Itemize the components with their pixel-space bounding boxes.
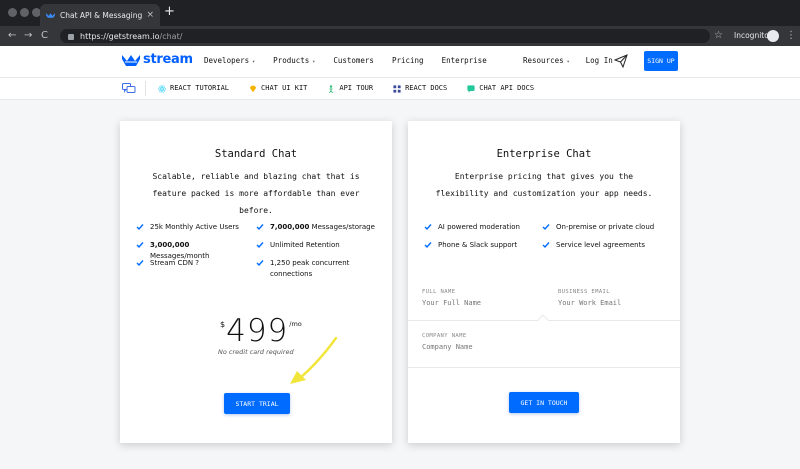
right-nav: Resources ▾ Log In <box>523 55 629 68</box>
tab-title: Chat API & Messaging UI Kit <box>60 10 143 20</box>
price-amount: 499 <box>226 313 289 349</box>
browser-menu-icon[interactable]: ⋮ <box>786 29 796 43</box>
reload-icon[interactable]: C <box>41 28 48 44</box>
feature-item: On-premise or private cloud <box>542 222 672 233</box>
standard-chat-card: Standard Chat Scalable, reliable and bla… <box>120 121 392 443</box>
check-icon <box>424 224 432 231</box>
business-email-input[interactable] <box>558 299 668 307</box>
back-icon[interactable]: ← <box>8 28 16 44</box>
signup-button[interactable]: SIGN UP <box>644 51 678 71</box>
get-in-touch-button[interactable]: GET IN TOUCH <box>509 392 579 413</box>
site-header: stream Developers ▾ Products ▾ Customers P… <box>0 46 800 78</box>
check-icon <box>542 242 550 249</box>
subnav-react-tutorial[interactable]: REACT TUTORIAL <box>158 83 229 94</box>
feature-item: 7,000,000 Messages/storage <box>256 222 384 233</box>
main-nav: Developers ▾ Products ▾ Customers Pricing … <box>204 55 505 68</box>
url-field[interactable]: https://getstream.io/chat/ <box>60 29 710 43</box>
sub-nav-links: REACT TUTORIAL CHAT UI KIT API TOUR REAC… <box>158 83 554 94</box>
subnav-chat-api-docs[interactable]: CHAT API DOCS <box>467 83 534 94</box>
chat-icon <box>467 84 475 93</box>
chevron-down-icon: ▾ <box>312 59 316 65</box>
feature-item: Stream CDN ? <box>136 258 246 269</box>
stream-logo[interactable]: stream <box>122 52 193 67</box>
check-icon <box>136 260 144 267</box>
subnav-react-docs[interactable]: REACT DOCS <box>393 83 447 94</box>
annotation-arrow-icon <box>290 336 338 384</box>
check-icon <box>256 242 264 249</box>
chevron-down-icon: ▾ <box>252 59 256 65</box>
tab-close-icon[interactable]: × <box>146 10 154 20</box>
standard-description: Scalable, reliable and blazing chat that… <box>152 172 360 215</box>
check-icon <box>542 224 550 231</box>
enterprise-title: Enterprise Chat <box>496 148 592 160</box>
feature-item: 25k Monthly Active Users <box>136 222 246 233</box>
divider <box>145 81 146 96</box>
check-icon <box>136 242 144 249</box>
feature-item: 1,250 peak concurrent connections <box>256 258 374 280</box>
business-email-label: BUSINESS EMAIL <box>558 289 610 295</box>
react-icon <box>158 84 166 93</box>
stream-logo-icon <box>122 54 140 66</box>
field-focus-notch <box>537 314 549 326</box>
feature-item: Phone & Slack support <box>424 240 544 251</box>
diamond-icon <box>249 85 257 92</box>
nav-resources[interactable]: Resources ▾ <box>523 55 570 68</box>
nav-pricing[interactable]: Pricing <box>392 55 424 68</box>
incognito-label: Incognito <box>734 31 769 40</box>
incognito-avatar-icon[interactable] <box>767 30 779 42</box>
feature-item: AI powered moderation <box>424 222 544 233</box>
check-icon <box>256 224 264 231</box>
subnav-api-tour[interactable]: API TOUR <box>327 83 373 94</box>
no-credit-card-note: No credit card required <box>218 348 294 356</box>
check-icon <box>256 260 264 267</box>
window-close-dot[interactable] <box>8 8 17 17</box>
price-period: /mo <box>289 320 302 328</box>
nav-enterprise[interactable]: Enterprise <box>442 55 487 68</box>
grid-icon <box>393 84 401 93</box>
browser-tab[interactable]: Chat API & Messaging UI Kit × <box>40 4 160 26</box>
company-name-label: COMPANY NAME <box>422 333 467 339</box>
nav-products[interactable]: Products ▾ <box>273 55 315 68</box>
price-currency: $ <box>220 320 226 329</box>
sub-nav: REACT TUTORIAL CHAT UI KIT API TOUR REAC… <box>0 78 800 100</box>
nav-login[interactable]: Log In <box>586 55 613 68</box>
paper-plane-icon[interactable] <box>614 54 628 68</box>
bookmark-star-icon[interactable]: ☆ <box>714 29 723 43</box>
start-trial-button[interactable]: START TRIAL <box>224 393 290 414</box>
nav-customers[interactable]: Customers <box>333 55 374 68</box>
person-icon <box>329 84 334 93</box>
nav-developers[interactable]: Developers ▾ <box>204 55 255 68</box>
feature-item: Unlimited Retention <box>256 240 384 251</box>
standard-title: Standard Chat <box>214 148 298 160</box>
window-minimize-dot[interactable] <box>20 8 29 17</box>
stream-favicon-icon <box>46 13 55 18</box>
enterprise-description: Enterprise pricing that gives you the fl… <box>435 172 653 198</box>
chat-home-icon[interactable] <box>122 83 136 94</box>
lock-icon <box>68 34 74 40</box>
full-name-input[interactable] <box>422 299 532 307</box>
url-text: https://getstream.io/chat/ <box>80 31 183 41</box>
company-name-input[interactable] <box>422 343 572 351</box>
divider <box>408 367 680 368</box>
subnav-chat-ui-kit[interactable]: CHAT UI KIT <box>249 83 307 94</box>
new-tab-button[interactable]: + <box>164 5 175 19</box>
browser-address-bar: ← → C https://getstream.io/chat/ ☆ Incog… <box>0 26 800 46</box>
forward-icon[interactable]: → <box>24 28 32 44</box>
check-icon <box>136 224 144 231</box>
browser-tab-bar: Chat API & Messaging UI Kit × + <box>0 0 800 26</box>
logo-wordmark: stream <box>143 52 193 67</box>
full-name-label: FULL NAME <box>422 289 456 295</box>
enterprise-chat-card: Enterprise Chat Enterprise pricing that … <box>408 121 680 443</box>
feature-item: Service level agreements <box>542 240 672 251</box>
check-icon <box>424 242 432 249</box>
chevron-down-icon: ▾ <box>566 59 570 65</box>
